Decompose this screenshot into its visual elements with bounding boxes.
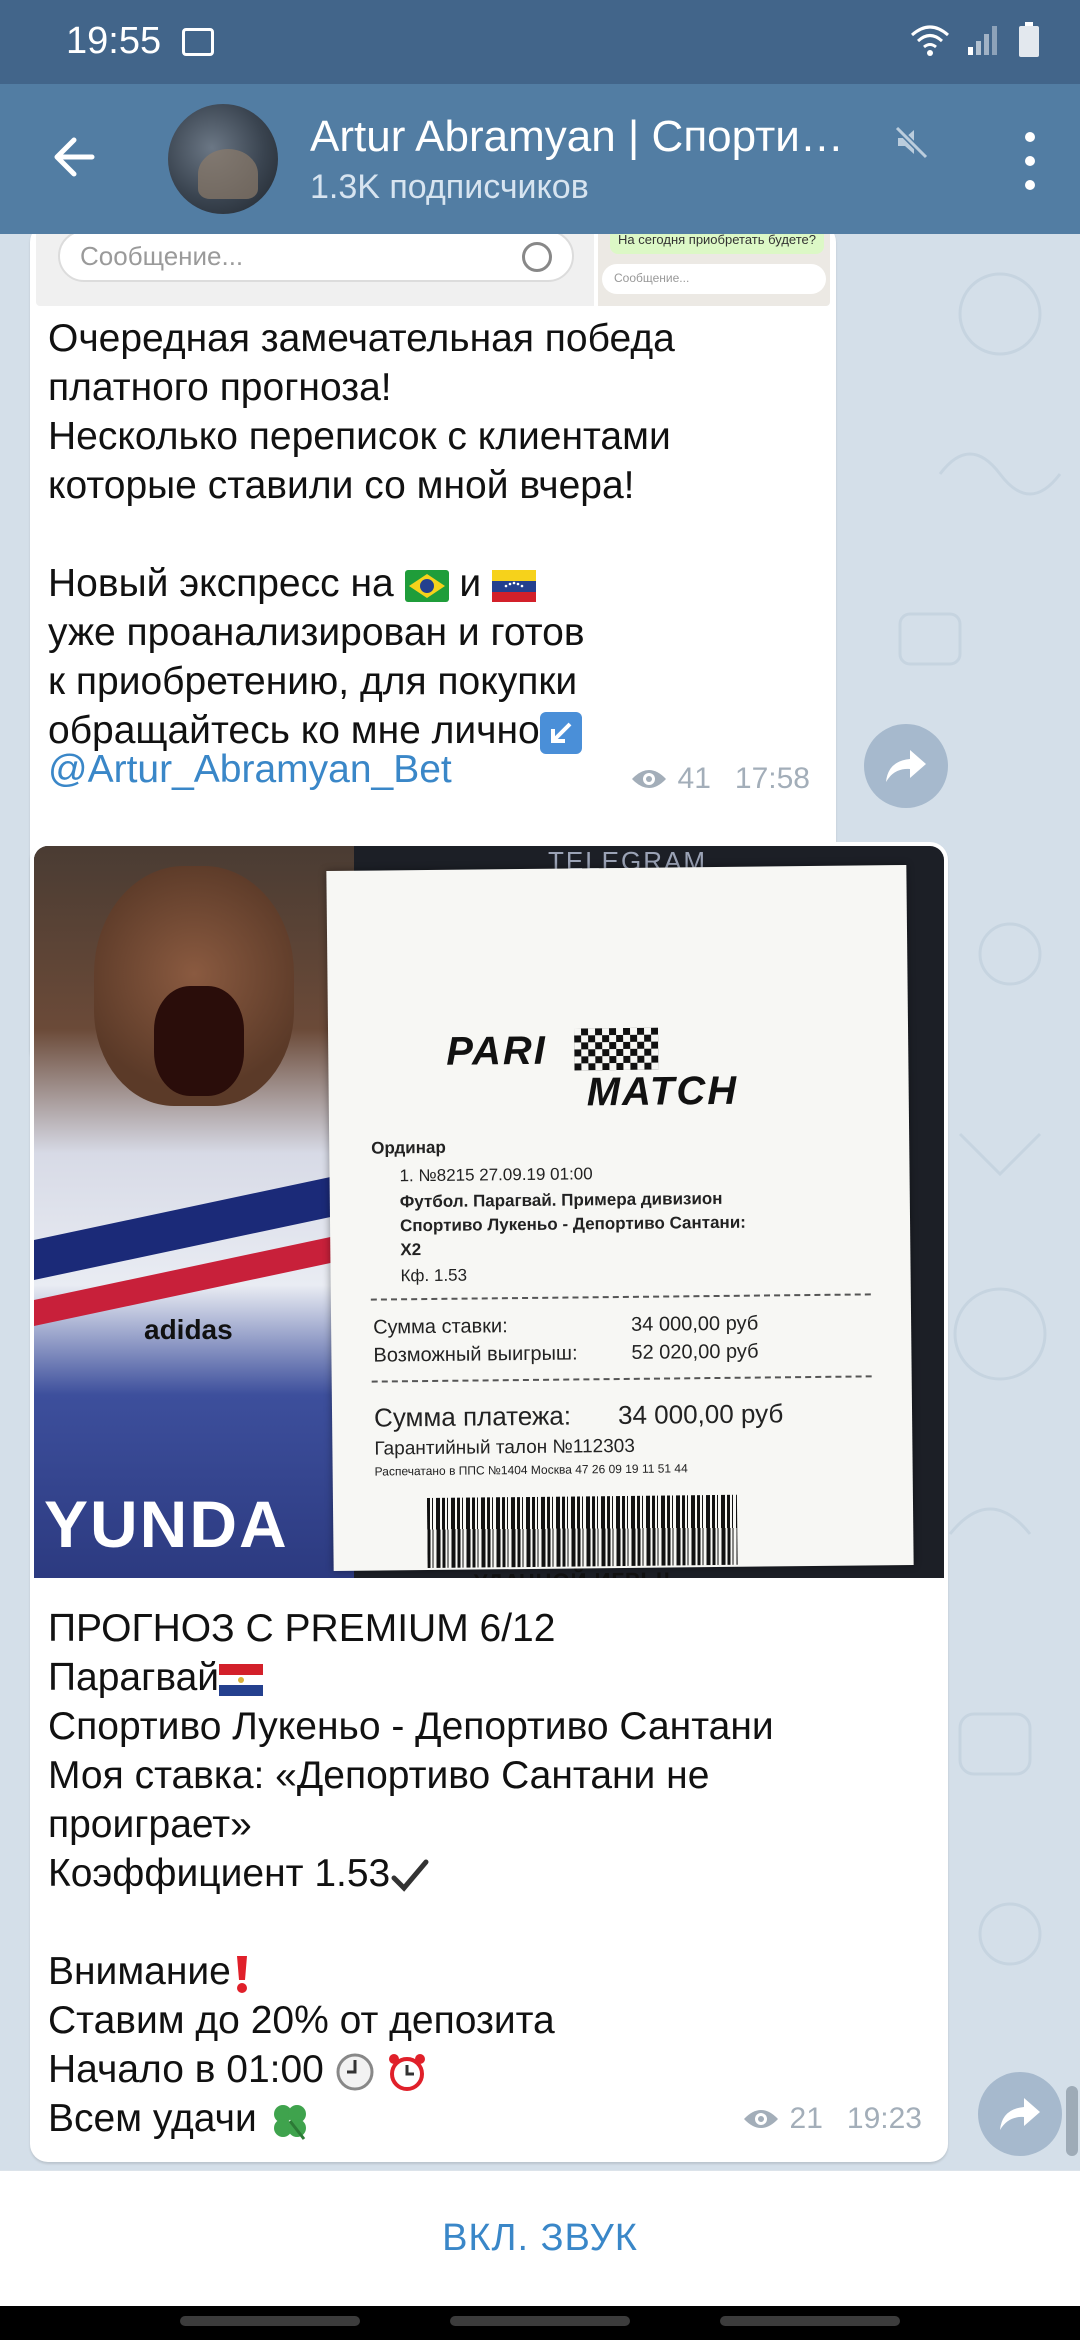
message-text: Очередная замечательная победа платного … [48,317,675,754]
alarm-clock-icon [388,2053,425,2091]
four-leaf-clover-icon [273,2104,306,2140]
status-icons [910,22,1040,58]
system-nav-bar [0,2306,1080,2340]
back-arrow-icon [54,137,95,177]
status-time: 19:55 [66,20,162,62]
brazil-flag-icon [404,569,449,602]
receipt-line: Футбол. Парагвай. Примера дивизион [399,1188,723,1212]
view-count: 21 [789,2102,823,2135]
stake-value: 34 000,00 руб [631,1312,759,1336]
exclamation-icon [236,1955,247,1993]
status-bar: 19:55 [0,0,1080,84]
parimatch-logo: MATCH [586,1068,739,1115]
win-label: Возможный выигрыш: [373,1342,578,1367]
subscriber-count: 1.3K подписчиков [310,168,589,206]
paraguay-flag-icon [219,1663,264,1696]
back-button[interactable] [40,122,110,192]
share-arrow-icon [886,750,926,782]
receipt-line: Спортиво Лукеньо - Депортиво Сантани: [399,1212,746,1236]
payment-label: Сумма платежа: [373,1400,572,1433]
nav-handle[interactable] [450,2316,630,2326]
win-value: 52 020,00 руб [631,1340,759,1364]
venezuela-flag-icon [492,569,536,602]
forward-button[interactable] [864,724,948,808]
receipt-line: X2 [400,1240,422,1260]
receipt-type: Ординар [371,1137,446,1158]
message-time: 17:58 [734,762,810,795]
message-text: ПРОГНОЗ С PREMIUM 6/12 Парагвай Спортиво… [48,1604,938,2143]
screenshot-input: Сообщение... [58,234,574,282]
print-info: Распечатано в ППС №1404 Москва 47 26 09 … [374,1461,688,1479]
channel-title[interactable]: Artur Abramyan | Спорти… [310,112,890,162]
more-options-button[interactable] [1010,126,1050,196]
username-link[interactable]: @Artur_Abramyan_Bet [48,748,452,792]
wifi-icon [911,25,949,56]
view-count: 41 [677,762,711,795]
screenshot-input: Сообщение... [602,264,826,294]
message-bubble[interactable]: adidas YUNDA TELEGRAM PARI MATCH Ординар… [30,842,948,2162]
signal-icon [968,26,997,55]
forward-button[interactable] [978,2072,1062,2156]
unmute-button[interactable]: ВКЛ. ЗВУК [442,2217,638,2260]
nav-handle[interactable] [720,2316,900,2326]
receipt-line: 1. №8215 27.09.19 01:00 [399,1164,593,1186]
adidas-text: adidas [144,1314,233,1345]
clock-icon [522,242,552,272]
battery-icon [1019,22,1039,57]
message-time: 19:23 [846,2102,922,2135]
coupon-number: Гарантийный талон №112303 [374,1435,635,1460]
message-list[interactable]: Сообщение... На сегодня приобретать буде… [0,234,1080,2170]
bet-slip-photo[interactable]: adidas YUNDA TELEGRAM PARI MATCH Ординар… [34,846,944,1578]
chat-screenshot-left: Сообщение... [36,234,594,306]
muted-icon [894,125,929,160]
barcode [426,1494,738,1569]
share-arrow-icon [1000,2098,1040,2130]
screenshot-message: На сегодня приобретать будете? [610,234,824,254]
receipt-footer: УДАЧНОЙ ИГРЫ! [474,1567,672,1578]
bet-receipt: PARI MATCH Ординар 1. №8215 27.09.19 01:… [326,864,914,1578]
check-mark-icon [391,1859,429,1892]
sponsor-text: YUNDA [44,1487,289,1561]
clock-icon [336,2053,374,2091]
payment-value: 34 000,00 руб [617,1398,784,1431]
image-notification-icon [182,28,214,56]
views-icon [631,770,666,788]
arrow-down-left-icon [539,711,582,754]
chat-header: Artur Abramyan | Спорти… 1.3K подписчико… [0,84,1080,234]
message-meta: 21 19:23 [742,2102,922,2136]
receipt-line: Кф. 1.53 [400,1265,468,1286]
logo-checker-pattern [574,1027,659,1071]
message-photo[interactable]: Сообщение... На сегодня приобретать буде… [36,234,830,306]
channel-avatar[interactable] [168,104,278,214]
parimatch-logo: PARI [446,1028,548,1074]
message-meta: 41 17:58 [630,762,810,796]
chat-screenshot-right: На сегодня приобретать будете? Сообщение… [598,234,830,306]
views-icon [743,2110,778,2128]
bottom-action-bar: ВКЛ. ЗВУК [0,2170,1080,2306]
player-image: adidas YUNDA [34,846,354,1578]
scrollbar[interactable] [1066,2086,1078,2156]
stake-label: Сумма ставки: [373,1315,508,1339]
nav-handle[interactable] [180,2316,360,2326]
